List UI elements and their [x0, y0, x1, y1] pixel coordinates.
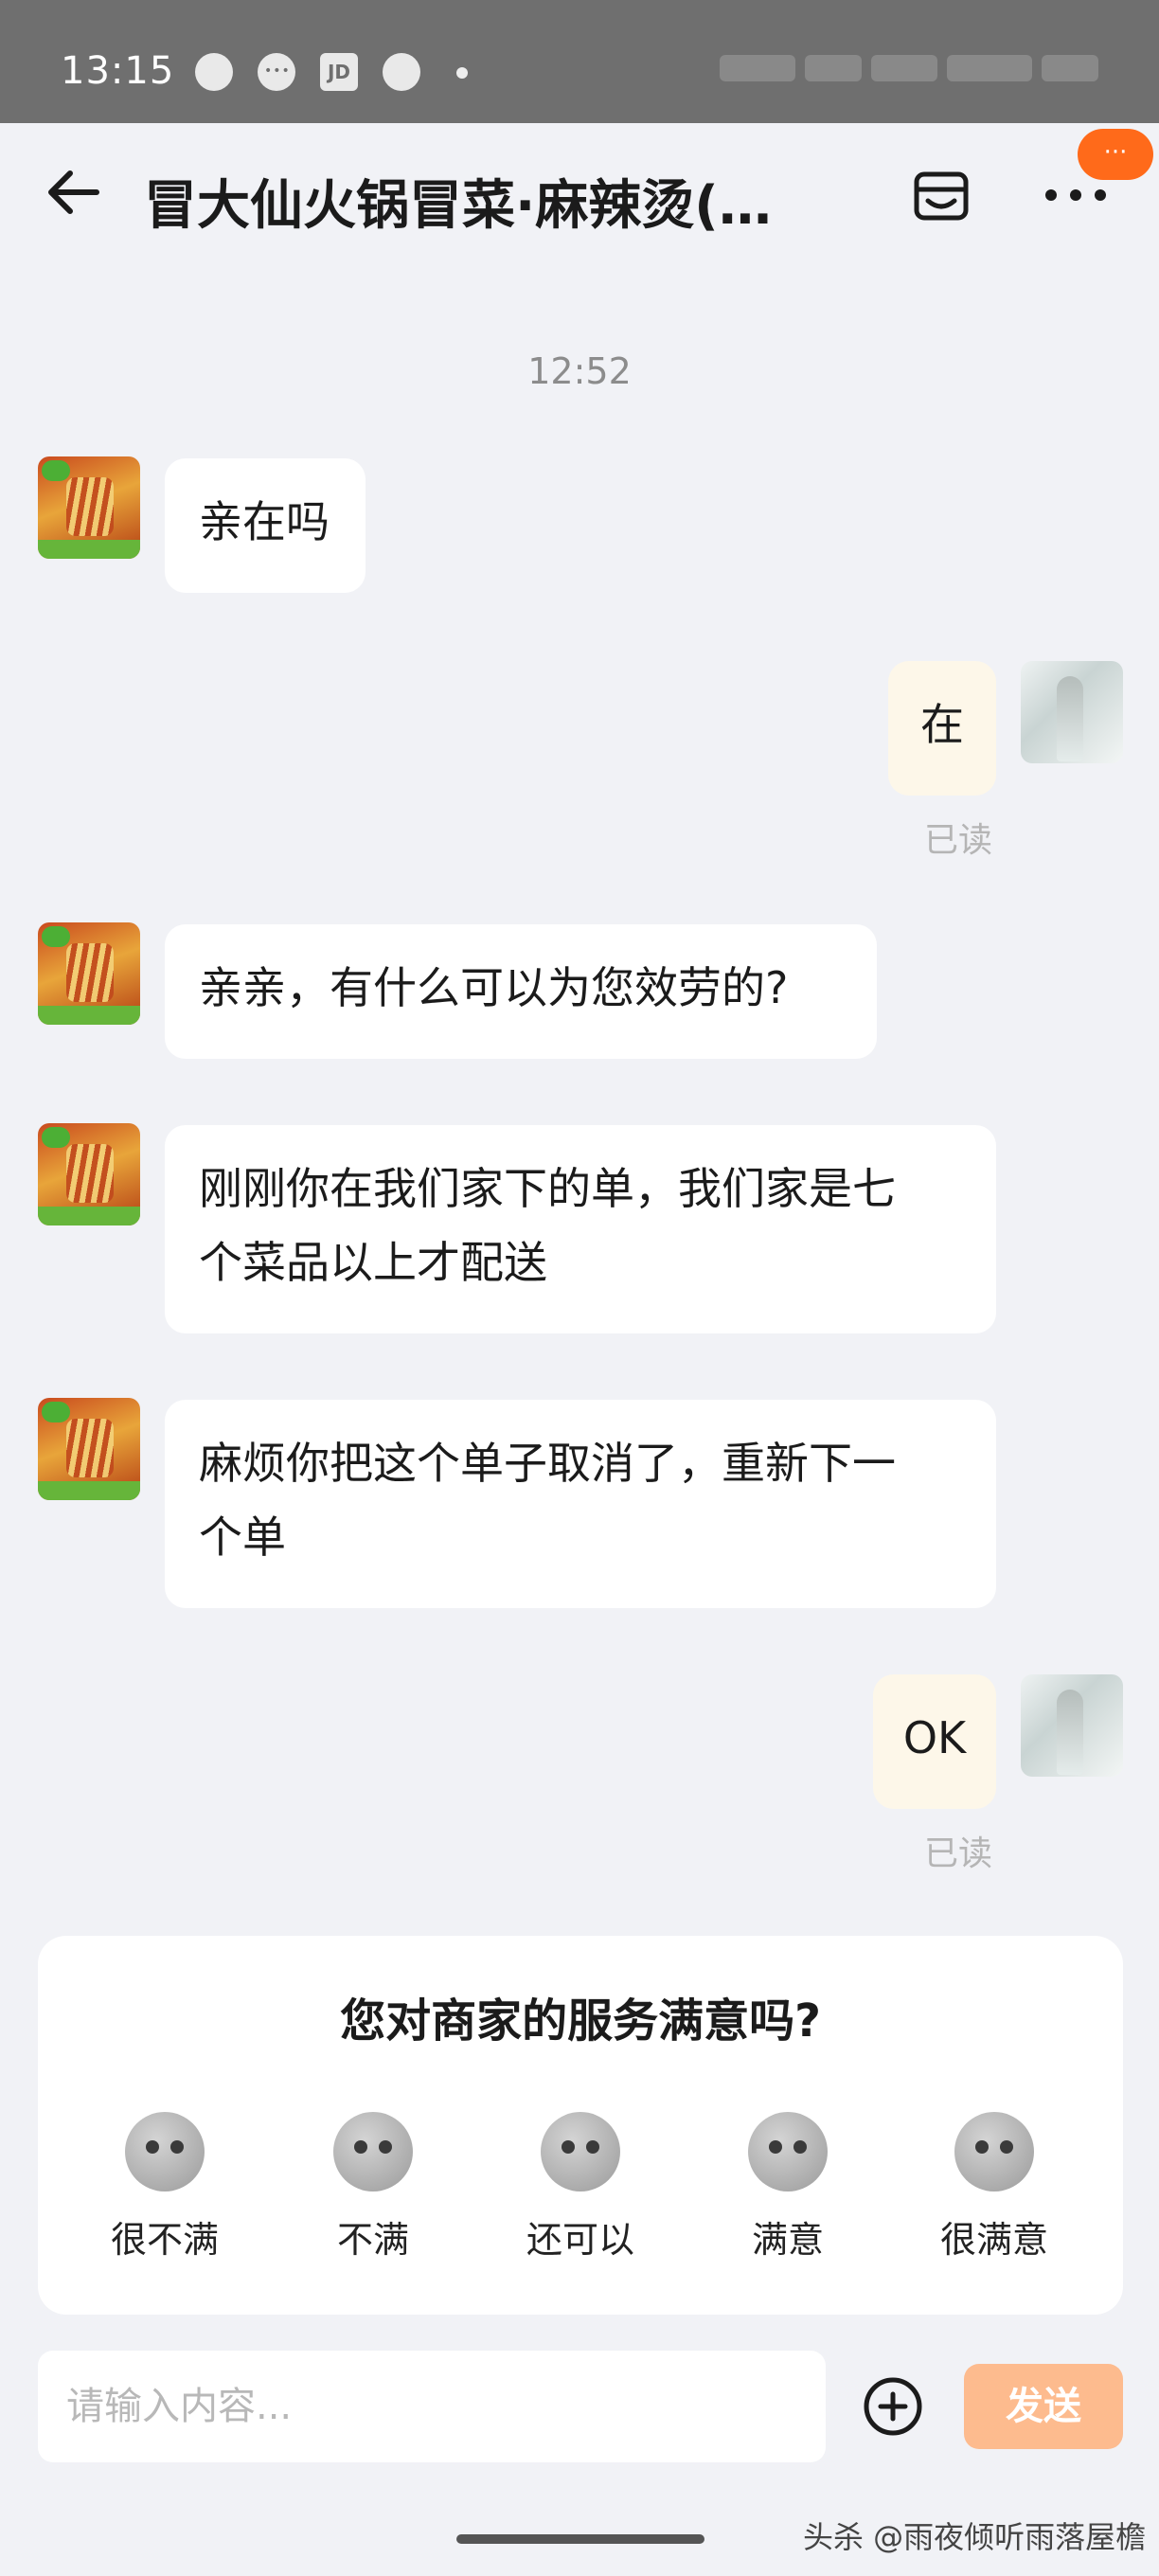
message-input-container	[38, 2351, 833, 2462]
rating-satisfied[interactable]: 满意	[703, 2112, 873, 2263]
chat-bubble-icon	[195, 53, 233, 91]
status-bar: 13:15 JD	[0, 0, 1159, 123]
rating-label: 很满意	[939, 2219, 1048, 2261]
very-satisfied-face-icon	[954, 2112, 1034, 2191]
user-avatar[interactable]	[1021, 661, 1123, 763]
send-button[interactable]: 发送	[964, 2364, 1123, 2449]
watermark: 头杀 @雨夜倾听雨落屋檐	[803, 2519, 1147, 2555]
message-text-line: 个菜品以上才配送	[199, 1237, 547, 1288]
status-time: 13:15	[61, 49, 175, 93]
satisfaction-survey-card: 您对商家的服务满意吗? 很不满 不满 还可以 满意 很满意	[38, 1936, 1123, 2315]
rating-very-satisfied[interactable]: 很满意	[909, 2112, 1079, 2263]
message-text: OK	[902, 1712, 967, 1763]
read-status: 已读	[924, 821, 993, 860]
shop-icon[interactable]	[907, 161, 975, 229]
more-notifications-dot	[456, 67, 468, 79]
message-text-line: 个单	[199, 1512, 286, 1563]
my-message-bubble: OK	[873, 1674, 996, 1809]
merchant-avatar[interactable]	[38, 1398, 140, 1500]
message-text: 亲亲，有什么可以为您效劳的?	[199, 962, 789, 1013]
dissatisfied-face-icon	[333, 2112, 413, 2191]
message-text: 亲在吗	[199, 496, 330, 547]
merchant-avatar[interactable]	[38, 456, 140, 559]
neutral-face-icon	[541, 2112, 620, 2191]
back-arrow-icon[interactable]	[42, 159, 108, 225]
message-text: 在	[920, 699, 964, 750]
app-notification-icon	[383, 53, 420, 91]
chat-header: 冒大仙火锅冒菜·麻辣烫(… ···	[0, 123, 1159, 265]
my-message-bubble: 在	[888, 661, 996, 796]
floating-badge[interactable]: ···	[1078, 129, 1153, 180]
rating-dissatisfied[interactable]: 不满	[288, 2112, 458, 2263]
rating-neutral[interactable]: 还可以	[495, 2112, 666, 2263]
rating-label: 满意	[751, 2219, 824, 2261]
jd-app-icon: JD	[320, 53, 358, 91]
home-indicator[interactable]	[456, 2534, 704, 2544]
rating-very-dissatisfied[interactable]: 很不满	[80, 2112, 250, 2263]
system-status-icons	[720, 55, 1117, 89]
user-avatar[interactable]	[1021, 1674, 1123, 1777]
more-icon[interactable]	[1042, 184, 1110, 206]
merchant-avatar[interactable]	[38, 1123, 140, 1225]
survey-question: 您对商家的服务满意吗?	[340, 1995, 821, 2048]
merchant-avatar[interactable]	[38, 922, 140, 1025]
message-text-line: 麻烦你把这个单子取消了，重新下一	[199, 1438, 896, 1489]
very-dissatisfied-face-icon	[125, 2112, 205, 2191]
message-icon	[258, 53, 295, 91]
read-status: 已读	[924, 1834, 993, 1873]
merchant-message-bubble: 亲亲，有什么可以为您效劳的?	[165, 924, 877, 1059]
merchant-message-bubble: 亲在吗	[165, 458, 366, 593]
chat-timestamp: 12:52	[527, 350, 632, 392]
rating-label: 很不满	[110, 2219, 219, 2261]
message-text-line: 刚刚你在我们家下的单，我们家是七	[199, 1163, 896, 1214]
satisfied-face-icon	[748, 2112, 828, 2191]
rating-label: 不满	[336, 2219, 409, 2261]
page-title: 冒大仙火锅冒菜·麻辣烫(…	[144, 175, 772, 237]
merchant-message-bubble: 刚刚你在我们家下的单，我们家是七 个菜品以上才配送	[165, 1125, 996, 1333]
plus-circle-icon[interactable]	[862, 2375, 924, 2438]
message-input[interactable]	[38, 2351, 833, 2462]
rating-label: 还可以	[526, 2219, 634, 2261]
merchant-message-bubble: 麻烦你把这个单子取消了，重新下一 个单	[165, 1400, 996, 1608]
